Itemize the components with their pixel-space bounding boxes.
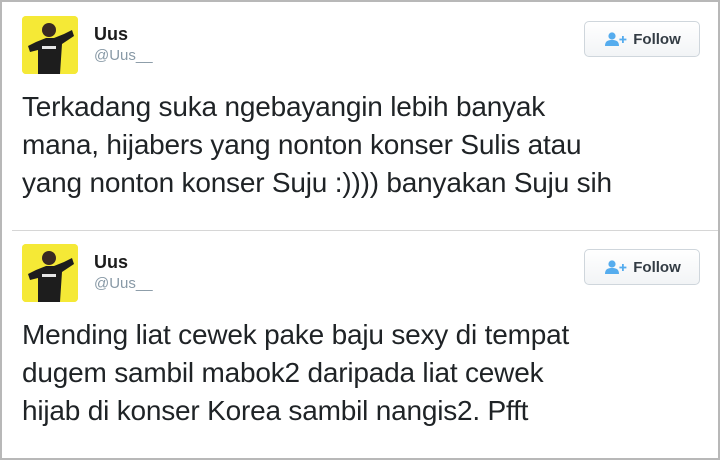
user-name[interactable]: Uus xyxy=(94,252,128,273)
tweet-card: Uus @Uus__ Follow Terkadang suka ngebaya… xyxy=(2,2,718,230)
tweet-text-line: yang nonton konser Suju :)))) banyakan S… xyxy=(22,167,612,198)
screenshot-frame: Uus @Uus__ Follow Terkadang suka ngebaya… xyxy=(0,0,720,460)
add-user-icon xyxy=(605,32,627,46)
user-handle[interactable]: @Uus__ xyxy=(94,47,153,64)
tweet-text-line: Mending liat cewek pake baju sexy di tem… xyxy=(22,319,570,350)
avatar[interactable] xyxy=(22,244,78,302)
avatar-image xyxy=(22,16,78,74)
tweet-text-line: dugem sambil mabok2 daripada liat cewek xyxy=(22,357,544,388)
tweet-text-line: Terkadang suka ngebayangin lebih banyak xyxy=(22,91,546,122)
follow-label: Follow xyxy=(633,258,681,276)
tweet-card: Uus @Uus__ Follow Mending liat cewek pak… xyxy=(2,230,718,458)
tweet-text: Terkadang suka ngebayangin lebih banyak … xyxy=(22,88,702,202)
tweet-text-line: mana, hijabers yang nonton konser Sulis … xyxy=(22,129,582,160)
add-user-icon xyxy=(605,260,627,274)
follow-button[interactable]: Follow xyxy=(584,249,700,285)
follow-button[interactable]: Follow xyxy=(584,21,700,57)
avatar-image xyxy=(22,244,78,302)
follow-label: Follow xyxy=(633,30,681,48)
user-handle[interactable]: @Uus__ xyxy=(94,275,153,292)
tweet-text: Mending liat cewek pake baju sexy di tem… xyxy=(22,316,702,430)
user-name[interactable]: Uus xyxy=(94,24,128,45)
tweet-text-line: hijab di konser Korea sambil nangis2. Pf… xyxy=(22,395,529,426)
avatar[interactable] xyxy=(22,16,78,74)
